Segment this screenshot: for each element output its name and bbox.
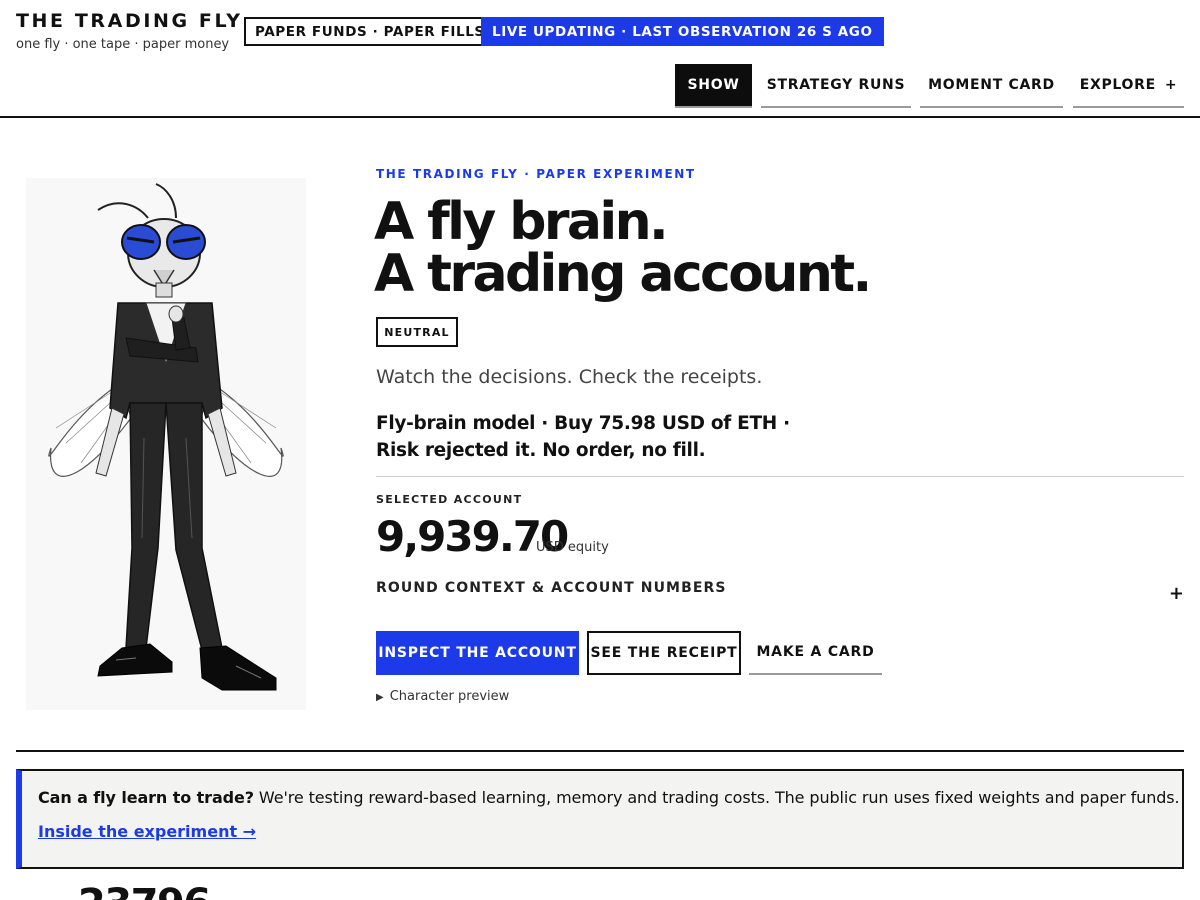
mood-badge: NEUTRAL bbox=[376, 317, 458, 347]
expand-plus-icon: + bbox=[1168, 583, 1184, 604]
callout-question: Can a fly learn to trade? bbox=[38, 788, 254, 807]
account-equity-unit: USD equity bbox=[536, 540, 609, 555]
disclosure-triangle-icon: ▶ bbox=[376, 692, 384, 703]
hero-headline: A fly brain. A trading account. bbox=[374, 196, 872, 300]
nav-tab-moment-card[interactable]: MOMENT CARD bbox=[920, 64, 1063, 108]
character-preview-label: Character preview bbox=[389, 689, 510, 704]
section-divider bbox=[16, 750, 1184, 752]
round-context-toggle[interactable]: ROUND CONTEXT & ACCOUNT NUMBERS + bbox=[376, 580, 1184, 604]
brand-title[interactable]: THE TRADING FLY bbox=[16, 10, 243, 32]
round-context-label: ROUND CONTEXT & ACCOUNT NUMBERS bbox=[376, 580, 727, 596]
main-nav: SHOW STRATEGY RUNS MOMENT CARD EXPLORE + bbox=[0, 64, 1200, 108]
headline-line-2: A trading account. bbox=[374, 244, 872, 304]
nav-explore-label: EXPLORE bbox=[1079, 77, 1156, 93]
callout-body: We're testing reward-based learning, mem… bbox=[253, 788, 1180, 807]
hero-tagline: Watch the decisions. Check the receipts. bbox=[376, 366, 763, 388]
headline-line-1: A fly brain. bbox=[374, 192, 669, 252]
character-preview-toggle[interactable]: ▶ Character preview bbox=[376, 689, 509, 704]
account-divider bbox=[376, 476, 1184, 477]
callout-text: Can a fly learn to trade? We're testing … bbox=[38, 788, 1180, 807]
nav-tab-strategy-runs[interactable]: STRATEGY RUNS bbox=[761, 64, 911, 108]
nav-tab-explore[interactable]: EXPLORE + bbox=[1073, 64, 1184, 108]
next-section-heading: 23796 bbox=[78, 884, 211, 900]
brand[interactable]: THE TRADING FLY one fly · one tape · pap… bbox=[16, 10, 243, 52]
hero-eyebrow: THE TRADING FLY · PAPER EXPERIMENT bbox=[376, 167, 696, 181]
see-receipt-button[interactable]: SEE THE RECEIPT bbox=[587, 631, 741, 675]
latest-decision: Fly-brain model · Buy 75.98 USD of ETH ·… bbox=[376, 413, 790, 461]
inspect-account-button[interactable]: INSPECT THE ACCOUNT bbox=[376, 631, 579, 675]
live-status-badge: LIVE UPDATING · LAST OBSERVATION 26 S AG… bbox=[481, 17, 884, 46]
inside-experiment-link[interactable]: Inside the experiment → bbox=[38, 822, 256, 841]
fly-character-illustration bbox=[26, 178, 306, 710]
make-card-button[interactable]: MAKE A CARD bbox=[749, 631, 882, 675]
plus-icon: + bbox=[1164, 77, 1178, 93]
paper-funds-badge: PAPER FUNDS · PAPER FILLS bbox=[244, 17, 496, 46]
selected-account-label: SELECTED ACCOUNT bbox=[376, 493, 523, 506]
brand-subtitle: one fly · one tape · paper money bbox=[16, 37, 230, 52]
experiment-callout: Can a fly learn to trade? We're testing … bbox=[16, 769, 1184, 869]
nav-tab-show[interactable]: SHOW bbox=[675, 64, 752, 108]
header-divider bbox=[0, 116, 1200, 118]
